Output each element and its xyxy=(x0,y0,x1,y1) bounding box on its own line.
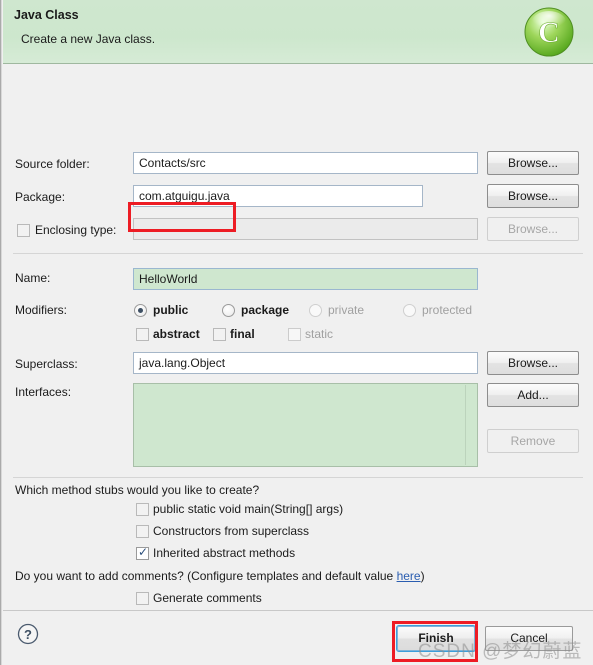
source-folder-label: Source folder: xyxy=(15,157,90,171)
modifiers-label: Modifiers: xyxy=(15,303,68,317)
modifier-radio-public[interactable] xyxy=(134,304,147,317)
new-java-class-dialog: Java Class Create a new Java class. C So… xyxy=(0,0,593,665)
stub-checkbox-inherited[interactable] xyxy=(136,545,149,560)
modifier-radio-private xyxy=(309,304,322,317)
interfaces-list[interactable] xyxy=(133,383,478,467)
stub-label-constructors: Constructors from superclass xyxy=(153,524,310,538)
package-input[interactable]: com.atguigu.java xyxy=(133,185,423,207)
help-icon[interactable]: ? xyxy=(17,623,39,645)
configure-templates-link[interactable]: here xyxy=(397,569,421,583)
interfaces-scrollbar[interactable] xyxy=(465,385,476,465)
enclosing-type-input xyxy=(133,218,478,240)
generate-comments-label: Generate comments xyxy=(153,591,262,605)
csdn-watermark: CSDN @梦幻蔚蓝 xyxy=(418,641,583,662)
dialog-left-border xyxy=(0,0,2,665)
superclass-label: Superclass: xyxy=(15,357,78,371)
enclosing-type-browse-button: Browse... xyxy=(487,217,579,241)
page-description: Create a new Java class. xyxy=(21,32,156,46)
superclass-browse-button[interactable]: Browse... xyxy=(487,351,579,375)
package-browse-button[interactable]: Browse... xyxy=(487,184,579,208)
enclosing-type-label: Enclosing type: xyxy=(35,223,117,237)
source-folder-browse-button[interactable]: Browse... xyxy=(487,151,579,175)
svg-text:C: C xyxy=(538,16,560,49)
modifier-label-final: final xyxy=(230,327,255,341)
divider-2 xyxy=(13,477,583,478)
dialog-header: Java Class Create a new Java class. C xyxy=(3,0,593,64)
superclass-input[interactable]: java.lang.Object xyxy=(133,352,478,374)
generate-comments-checkbox[interactable] xyxy=(136,592,149,605)
divider-1 xyxy=(13,253,583,254)
modifier-label-private: private xyxy=(328,303,365,317)
package-label: Package: xyxy=(15,190,66,204)
class-name-input[interactable]: HelloWorld xyxy=(133,268,478,290)
java-class-wizard-icon: C xyxy=(523,6,575,58)
class-name-label: Name: xyxy=(15,271,51,285)
interfaces-label: Interfaces: xyxy=(15,385,72,399)
modifier-label-abstract: abstract xyxy=(153,327,200,341)
stub-label-inherited: Inherited abstract methods xyxy=(153,546,296,560)
modifier-label-protected: protected xyxy=(422,303,473,317)
interfaces-remove-button: Remove xyxy=(487,429,579,453)
interfaces-add-button[interactable]: Add... xyxy=(487,383,579,407)
stub-label-main: public static void main(String[] args) xyxy=(153,502,344,516)
modifier-checkbox-abstract[interactable] xyxy=(136,328,149,341)
modifier-label-static: static xyxy=(305,327,334,341)
modifier-checkbox-final[interactable] xyxy=(213,328,226,341)
source-folder-input[interactable]: Contacts/src xyxy=(133,152,478,174)
dialog-body: Source folder: Contacts/src Browse... Pa… xyxy=(3,65,593,610)
stub-checkbox-constructors[interactable] xyxy=(136,525,149,538)
enclosing-type-checkbox[interactable] xyxy=(17,224,30,237)
stub-checkbox-main[interactable] xyxy=(136,503,149,516)
svg-text:?: ? xyxy=(24,627,32,642)
modifier-label-package: package xyxy=(241,303,290,317)
comments-question-suffix: ) xyxy=(420,569,425,583)
modifier-radio-package[interactable] xyxy=(222,304,235,317)
modifier-radio-protected xyxy=(403,304,416,317)
method-stubs-question: Which method stubs would you like to cre… xyxy=(15,483,260,497)
modifier-label-public: public xyxy=(153,303,189,317)
page-title: Java Class xyxy=(14,8,79,22)
comments-question: Do you want to add comments? (Configure … xyxy=(15,569,425,583)
modifier-checkbox-static xyxy=(288,328,301,341)
comments-question-prefix: Do you want to add comments? (Configure … xyxy=(15,569,397,583)
